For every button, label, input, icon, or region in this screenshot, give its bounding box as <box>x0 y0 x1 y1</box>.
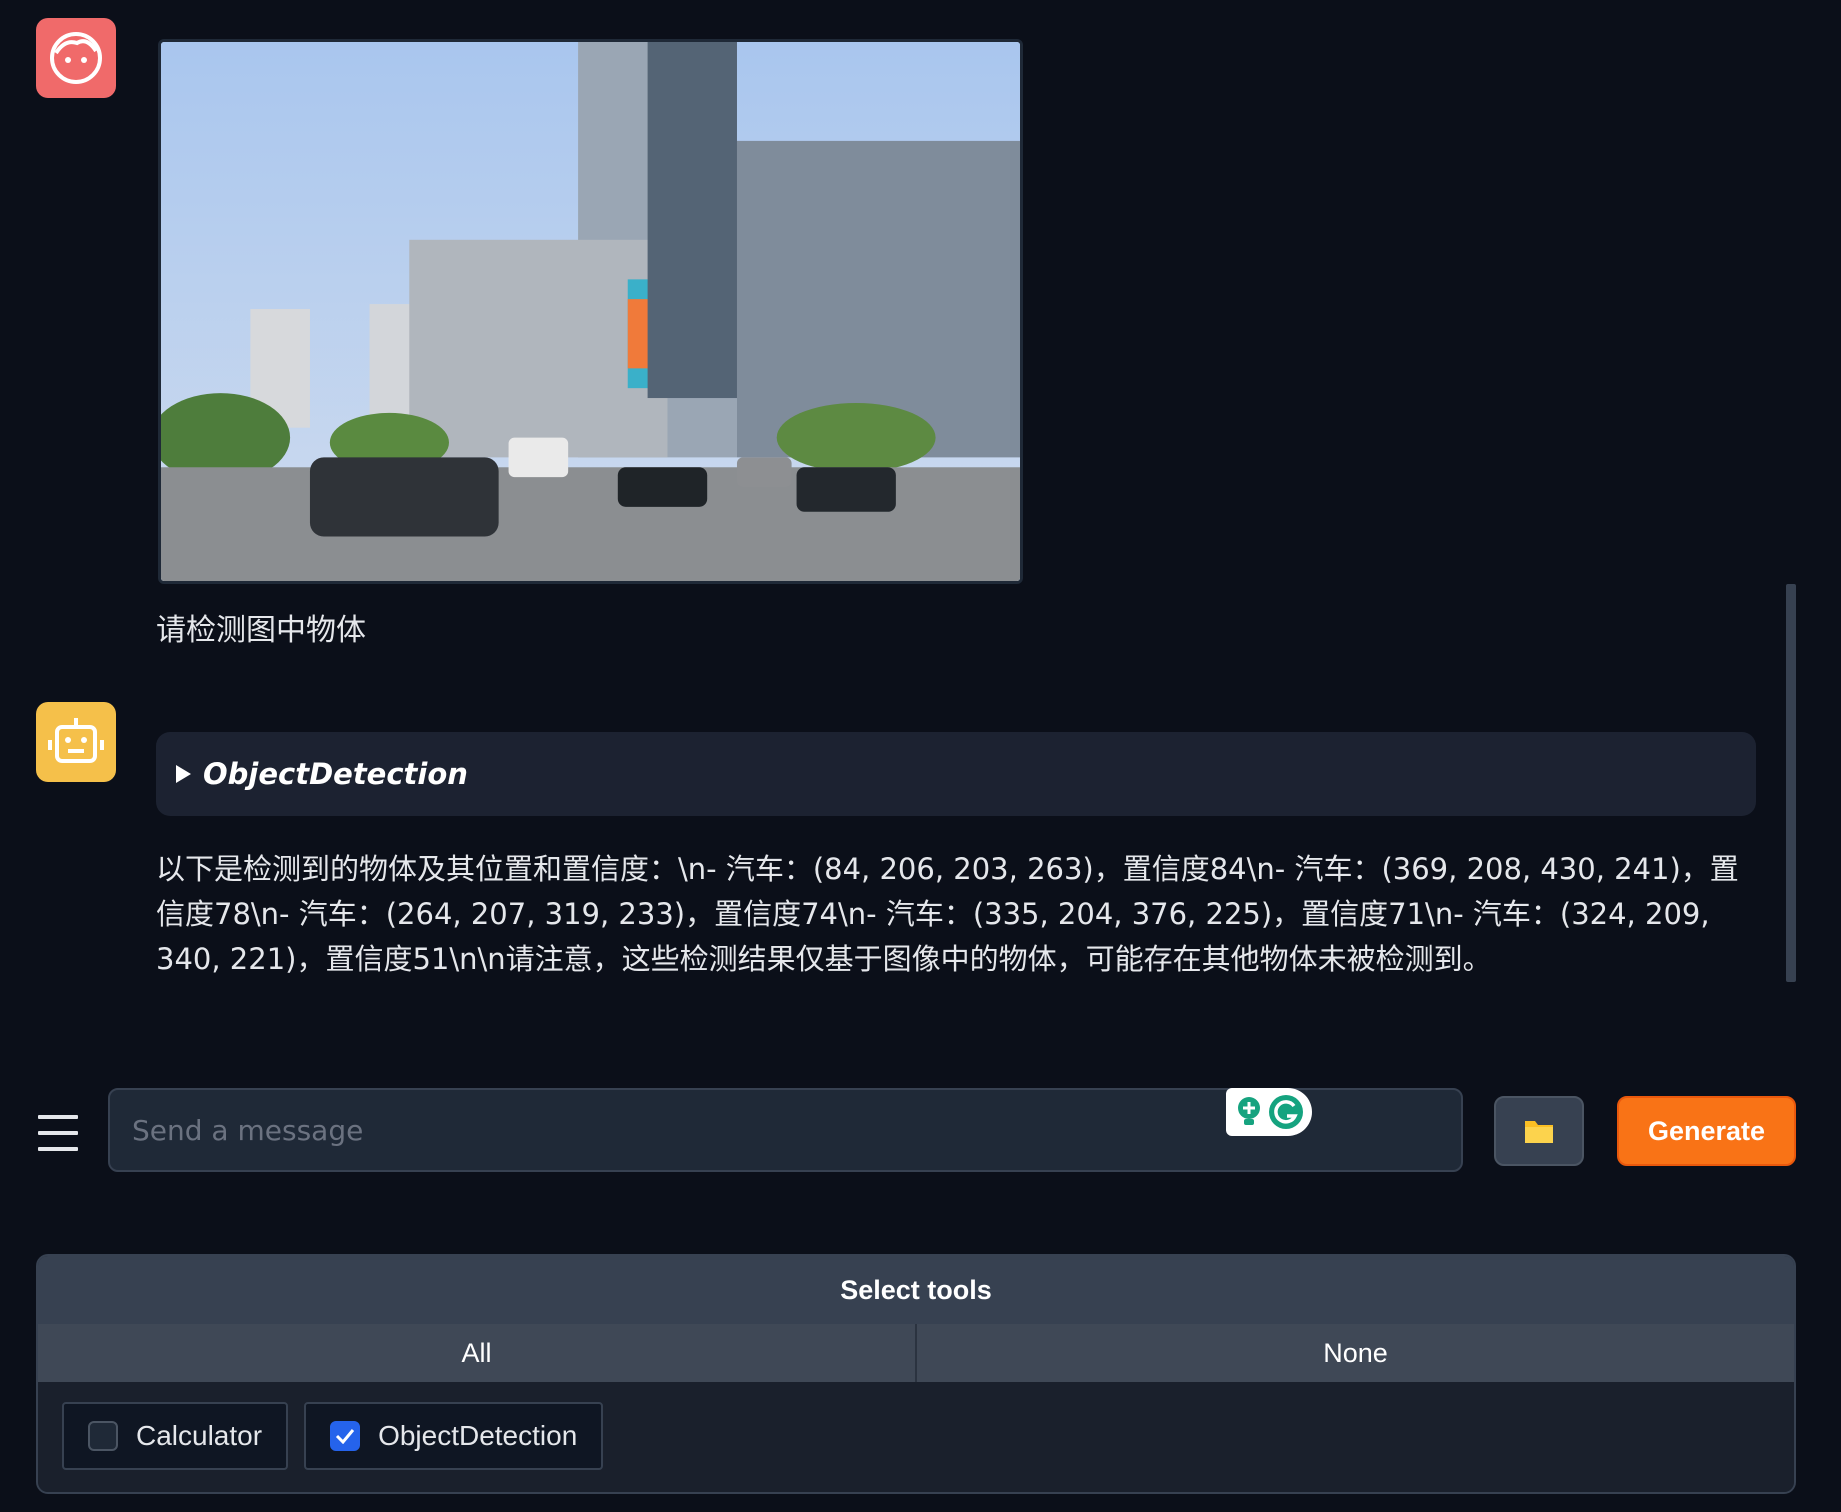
tool-option-label: Calculator <box>136 1420 263 1451</box>
chat-page: 请检测图中物体 ObjectDetection 以下是检测到的物体及其位置和置信… <box>0 0 1841 1512</box>
menu-icon[interactable] <box>38 1113 78 1153</box>
select-none-button[interactable]: None <box>915 1324 1794 1382</box>
folder-icon <box>1525 1121 1553 1143</box>
user-face-icon <box>50 32 102 84</box>
grammarly-g-icon[interactable] <box>1268 1094 1304 1130</box>
tool-option-objectdetection[interactable]: ObjectDetection <box>304 1402 604 1470</box>
tool-call-name: ObjectDetection <box>203 757 468 791</box>
select-all-button[interactable]: All <box>38 1324 915 1382</box>
chat-scrollbar[interactable] <box>1786 584 1796 982</box>
objectdetection-checkbox[interactable] <box>330 1421 361 1451</box>
uploaded-street-image[interactable] <box>158 39 1023 584</box>
tool-option-label: ObjectDetection <box>378 1420 578 1451</box>
tool-call-details[interactable]: ObjectDetection <box>156 732 1756 816</box>
lightbulb-icon[interactable] <box>1234 1095 1264 1129</box>
tools-select-row: All None <box>38 1324 1794 1382</box>
user-message-text: 请检测图中物体 <box>156 613 366 648</box>
tools-checkbox-list: Calculator ObjectDetection <box>38 1382 1794 1492</box>
street-scene-image <box>161 42 1020 581</box>
expand-triangle-icon[interactable] <box>176 765 191 783</box>
bot-message-text: 以下是检测到的物体及其位置和置信度：\n- 汽车：(84, 206, 203, … <box>156 852 1739 976</box>
tool-option-calculator[interactable]: Calculator <box>62 1402 289 1470</box>
user-avatar <box>36 18 116 98</box>
tools-panel: Select tools All None Calculator ObjectD… <box>36 1254 1796 1494</box>
robot-icon <box>48 718 104 763</box>
upload-folder-button[interactable] <box>1494 1096 1584 1166</box>
checkmark-icon <box>336 1429 355 1444</box>
calculator-checkbox[interactable] <box>88 1421 118 1451</box>
grammarly-widget[interactable] <box>1226 1088 1312 1136</box>
message-input[interactable] <box>130 1090 1280 1170</box>
generate-button[interactable]: Generate <box>1617 1096 1796 1166</box>
bot-avatar <box>36 702 116 782</box>
tools-title: Select tools <box>38 1256 1794 1324</box>
